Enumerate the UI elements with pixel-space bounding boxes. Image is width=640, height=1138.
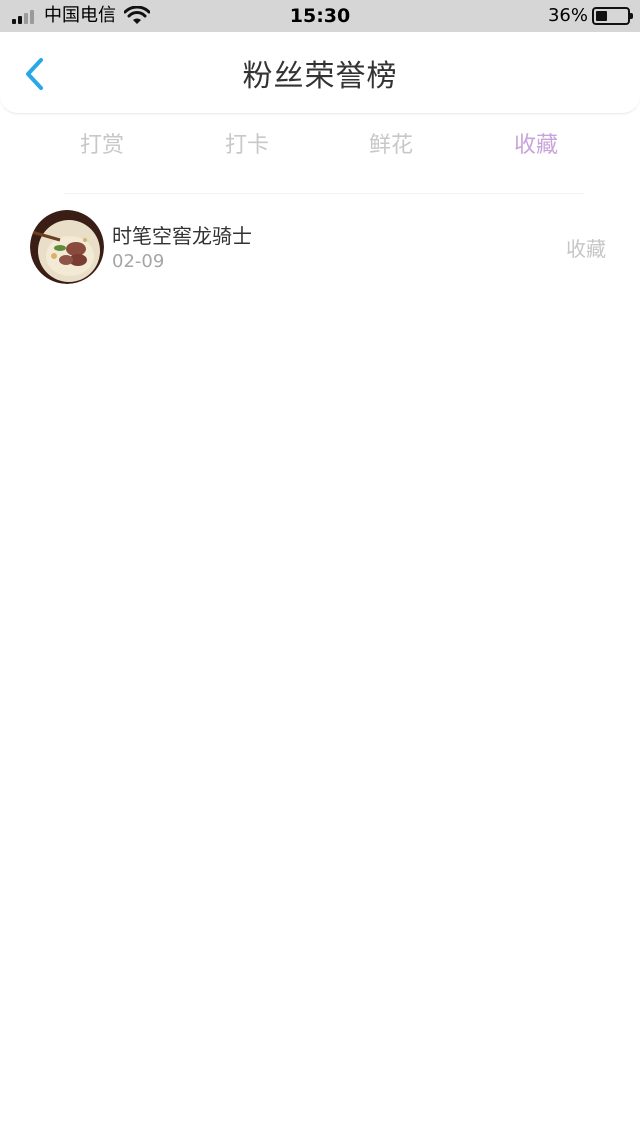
user-name: 时笔空窖龙骑士 <box>112 224 252 248</box>
avatar <box>30 210 104 284</box>
avatar-image <box>30 210 104 284</box>
tabs-divider <box>64 193 584 194</box>
page-title: 粉丝荣誉榜 <box>242 59 398 94</box>
tab-checkin[interactable]: 打卡 <box>187 124 307 168</box>
list-item[interactable]: 时笔空窖龙骑士 02-09 收藏 <box>0 204 640 292</box>
battery-percent: 36% <box>547 5 588 26</box>
item-type: 收藏 <box>566 237 606 261</box>
tab-reward[interactable]: 打赏 <box>42 124 162 168</box>
battery-fill <box>596 11 607 21</box>
battery-icon <box>592 7 633 25</box>
status-bar: 中国电信 15:30 36% <box>0 0 640 32</box>
tab-favorites[interactable]: 收藏 <box>476 124 596 168</box>
tab-flowers[interactable]: 鲜花 <box>331 124 451 168</box>
item-date: 02-09 <box>112 251 165 272</box>
tab-bar: 打赏 打卡 鲜花 收藏 <box>0 124 640 168</box>
nav-bar: 粉丝荣誉榜 <box>0 32 640 114</box>
clock: 15:30 <box>289 5 351 27</box>
